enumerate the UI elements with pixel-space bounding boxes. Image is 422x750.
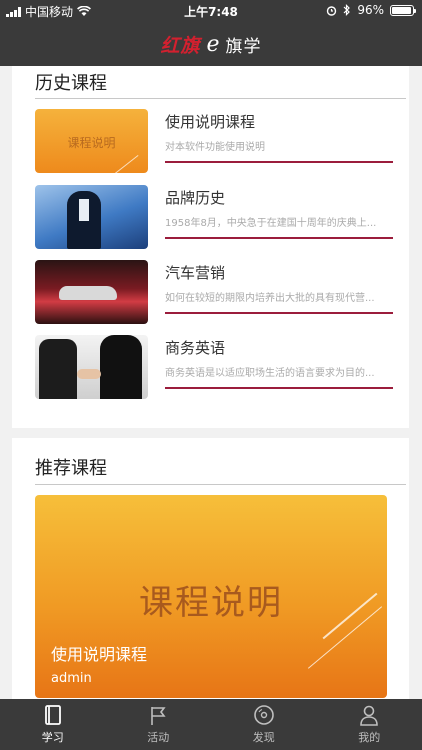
car-shape — [59, 286, 117, 300]
course-item[interactable]: 汽车营销 如何在较短的期限内培养出大批的具有现代营... — [35, 260, 406, 324]
banner-author: admin — [51, 671, 92, 686]
course-progress-bar — [165, 312, 393, 314]
person-right — [100, 335, 142, 399]
course-title: 品牌历史 — [165, 189, 226, 207]
recommend-banner[interactable]: 课程说明 使用说明课程 admin — [35, 495, 387, 698]
status-right: 96% — [326, 3, 416, 17]
logo-e: e — [206, 31, 220, 57]
course-thumbnail — [35, 260, 148, 324]
course-description: 如何在较短的期限内培养出大批的具有现代营... — [165, 293, 375, 304]
course-title: 汽车营销 — [165, 264, 226, 282]
logo-text: 旗学 — [225, 36, 262, 57]
user-icon — [360, 705, 379, 726]
course-item[interactable]: 商务英语 商务英语是以适应职场生活的语言要求为目的... — [35, 335, 406, 399]
tab-label: 活动 — [147, 731, 170, 744]
nav-bar: 红旗 e 旗学 — [0, 22, 422, 66]
course-thumbnail: 课程说明 — [35, 109, 148, 173]
tab-discover[interactable]: 发现 — [211, 699, 317, 750]
course-title: 使用说明课程 — [165, 113, 256, 131]
tab-study[interactable]: 学习 — [0, 699, 106, 750]
businessman-shirt — [79, 199, 89, 221]
banner-text: 课程说明 — [139, 583, 283, 623]
course-thumbnail — [35, 185, 148, 249]
banner-course-title: 使用说明课程 — [51, 645, 148, 664]
flag-icon — [151, 707, 166, 725]
course-item[interactable]: 课程说明 使用说明课程 对本软件功能使用说明 — [35, 109, 406, 173]
recommend-title: 推荐课程 — [35, 458, 107, 479]
course-description: 商务英语是以适应职场生活的语言要求为目的... — [165, 368, 375, 379]
tab-label: 我的 — [358, 731, 381, 744]
battery-fill — [392, 6, 412, 14]
history-card: 历史课程 课程说明 使用说明课程 对本软件功能使用说明 品牌历史 1958年8月… — [12, 66, 409, 428]
battery-icon — [390, 4, 416, 16]
tab-mine[interactable]: 我的 — [317, 699, 422, 750]
tab-label: 发现 — [252, 731, 275, 744]
course-progress-bar — [165, 161, 393, 163]
alarm-icon — [327, 5, 337, 16]
tab-label: 学习 — [41, 731, 64, 744]
history-title: 历史课程 — [35, 73, 107, 94]
tab-activity[interactable]: 活动 — [106, 699, 212, 750]
bluetooth-icon — [343, 4, 351, 16]
recommend-card: 推荐课程 课程说明 使用说明课程 admin — [12, 438, 409, 699]
thumbnail-label: 课程说明 — [67, 136, 116, 150]
history-divider — [35, 98, 406, 99]
status-bar: 中国移动 上午7:48 96% — [0, 0, 422, 22]
disc-icon — [253, 705, 274, 725]
course-description: 1958年8月，中央急于在建国十周年的庆典上... — [165, 218, 377, 229]
course-item[interactable]: 品牌历史 1958年8月，中央急于在建国十周年的庆典上... — [35, 185, 406, 249]
main-content[interactable]: 历史课程 课程说明 使用说明课程 对本软件功能使用说明 品牌历史 1958年8月… — [0, 66, 422, 699]
battery-percent: 96% — [357, 3, 384, 17]
handshake — [77, 369, 101, 379]
person-left — [39, 339, 77, 399]
course-title: 商务英语 — [165, 339, 226, 357]
course-description: 对本软件功能使用说明 — [165, 142, 265, 153]
course-progress-bar — [165, 237, 393, 239]
recommend-divider — [35, 484, 406, 485]
tab-bar: 学习 活动 发现 我的 — [0, 699, 422, 750]
thumbnail-streak — [109, 155, 139, 173]
course-thumbnail — [35, 335, 148, 399]
logo-script: 红旗 — [160, 34, 201, 57]
course-progress-bar — [165, 387, 393, 389]
book-icon — [44, 705, 61, 725]
